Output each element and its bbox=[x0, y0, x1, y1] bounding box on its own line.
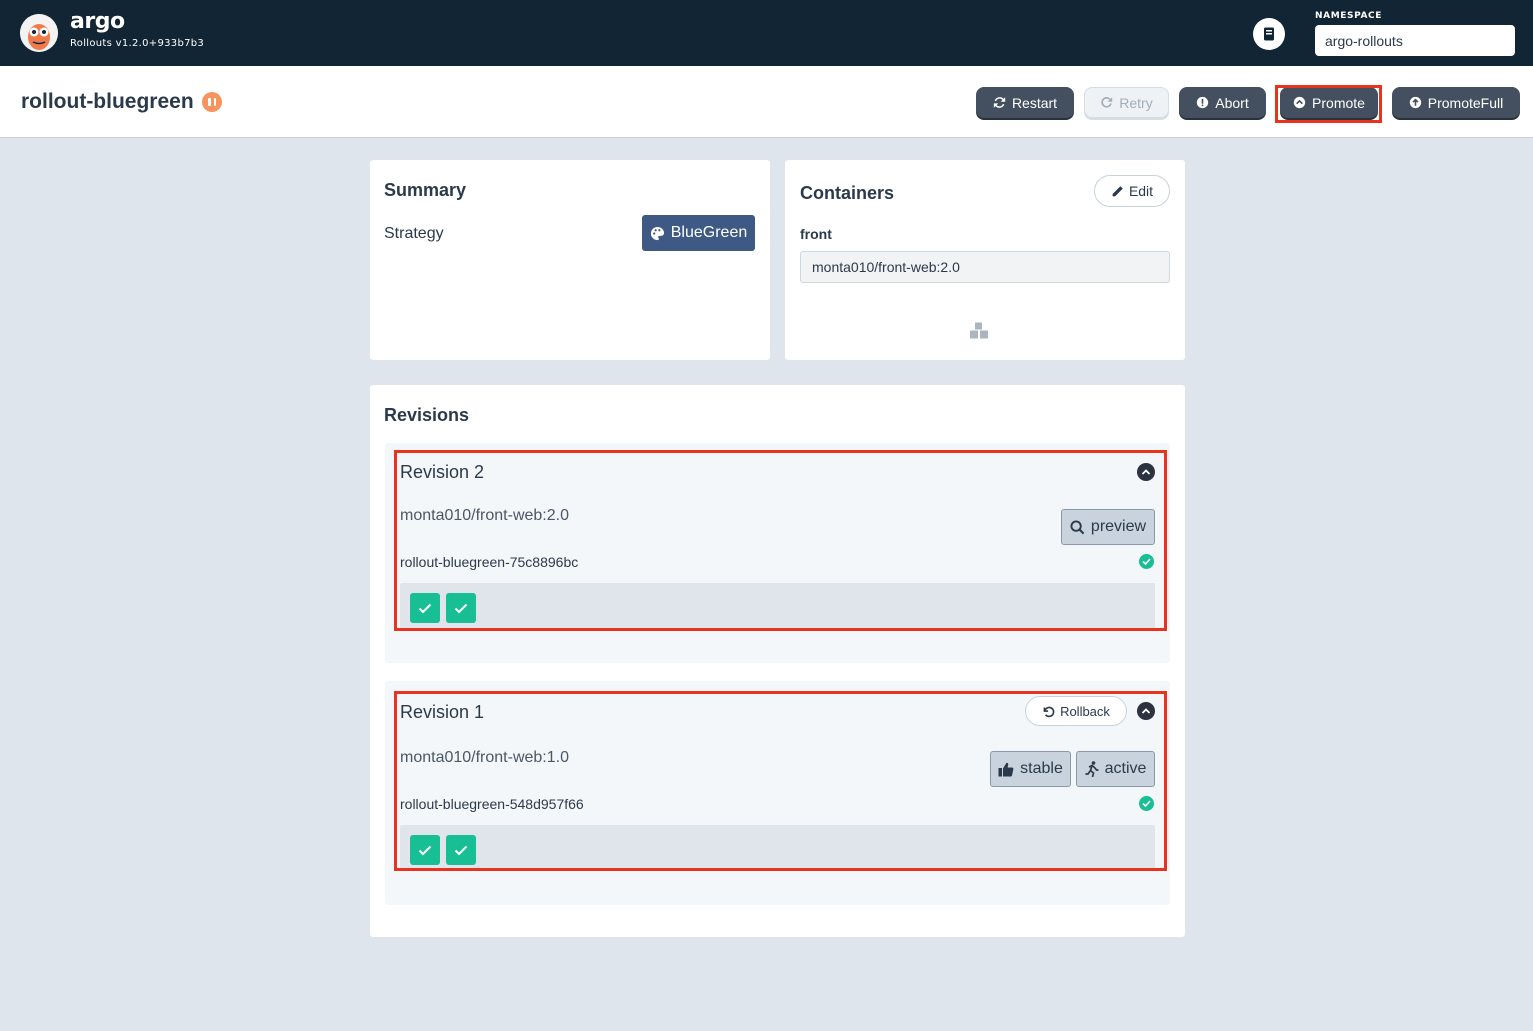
active-tag: active bbox=[1076, 751, 1155, 787]
retry-button[interactable]: Retry bbox=[1084, 87, 1169, 118]
stable-tag: stable bbox=[990, 751, 1071, 787]
revision-title: Revision 1 bbox=[400, 702, 485, 722]
retry-label: Retry bbox=[1119, 94, 1153, 111]
promote-button[interactable]: Promote bbox=[1280, 87, 1378, 118]
replicaset-name: rollout-bluegreen-548d957f66 bbox=[400, 796, 584, 812]
revision-block: Revision 2 monta010/front-web:2.0 previe… bbox=[385, 443, 1170, 663]
paused-icon bbox=[202, 92, 222, 112]
thumbs-up-icon bbox=[998, 762, 1014, 776]
preview-tag-label: preview bbox=[1090, 518, 1147, 535]
check-circle-icon bbox=[1139, 554, 1154, 569]
pods-row bbox=[400, 825, 1155, 871]
edit-label: Edit bbox=[1128, 183, 1154, 199]
pod-status-icon[interactable] bbox=[410, 835, 440, 865]
namespace-input[interactable] bbox=[1315, 25, 1515, 56]
active-tag-label: active bbox=[1104, 760, 1147, 777]
argo-logo-icon[interactable] bbox=[20, 14, 58, 52]
rollout-title: rollout-bluegreen bbox=[21, 90, 194, 113]
boxes-icon bbox=[969, 322, 989, 344]
chevron-up-icon[interactable] bbox=[1137, 702, 1155, 720]
pod-status-icon[interactable] bbox=[446, 835, 476, 865]
strategy-label: Strategy bbox=[384, 225, 444, 242]
restart-button[interactable]: Restart bbox=[976, 87, 1074, 118]
promote-full-button[interactable]: PromoteFull bbox=[1392, 87, 1520, 118]
revisions-card: Revisions Revision 2 monta010/front-web:… bbox=[370, 385, 1185, 937]
pod-status-icon[interactable] bbox=[410, 593, 440, 623]
preview-tag: preview bbox=[1061, 509, 1155, 545]
pods-row bbox=[400, 583, 1155, 629]
revision-image: monta010/front-web:1.0 bbox=[400, 749, 569, 766]
refresh-icon bbox=[993, 97, 1006, 108]
abort-label: Abort bbox=[1215, 94, 1249, 111]
search-icon bbox=[1070, 519, 1085, 534]
summary-title: Summary bbox=[384, 180, 467, 200]
revisions-title: Revisions bbox=[384, 405, 470, 425]
rollback-label: Rollback bbox=[1060, 703, 1110, 719]
container-name: front bbox=[800, 226, 832, 242]
summary-card: Summary Strategy BlueGreen bbox=[370, 160, 770, 360]
palette-icon bbox=[650, 226, 664, 240]
chevron-up-icon[interactable] bbox=[1137, 463, 1155, 481]
edit-button[interactable]: Edit bbox=[1094, 175, 1170, 207]
chevron-up-circle-icon bbox=[1293, 96, 1306, 109]
redo-icon bbox=[1101, 97, 1113, 108]
containers-title: Containers bbox=[800, 183, 895, 203]
book-icon bbox=[1264, 27, 1274, 41]
arrow-up-circle-icon bbox=[1409, 96, 1421, 109]
strategy-badge: BlueGreen bbox=[642, 215, 755, 251]
docs-button[interactable] bbox=[1253, 18, 1285, 50]
pod-status-icon[interactable] bbox=[446, 593, 476, 623]
revision-title: Revision 2 bbox=[400, 462, 485, 482]
promote-full-label: PromoteFull bbox=[1427, 94, 1504, 111]
replicaset-name: rollout-bluegreen-75c8896bc bbox=[400, 554, 579, 570]
pencil-icon bbox=[1112, 185, 1123, 196]
restart-label: Restart bbox=[1011, 94, 1058, 111]
container-image-field: monta010/front-web:2.0 bbox=[800, 251, 1170, 283]
brand-name: argo bbox=[70, 9, 125, 34]
check-circle-icon bbox=[1139, 796, 1154, 811]
abort-button[interactable]: Abort bbox=[1179, 87, 1266, 118]
version-label: Rollouts v1.2.0+933b7b3 bbox=[70, 38, 205, 49]
containers-card: Containers Edit front monta010/front-web… bbox=[785, 160, 1185, 360]
namespace-label: NAMESPACE bbox=[1315, 11, 1382, 21]
stable-tag-label: stable bbox=[1020, 760, 1063, 777]
exclamation-circle-icon bbox=[1197, 96, 1209, 109]
strategy-value: BlueGreen bbox=[670, 224, 748, 241]
undo-icon bbox=[1043, 706, 1055, 717]
top-nav: argo Rollouts v1.2.0+933b7b3 NAMESPACE bbox=[0, 0, 1533, 66]
running-icon bbox=[1085, 761, 1099, 777]
rollback-button[interactable]: Rollback bbox=[1025, 696, 1127, 726]
revision-block: Revision 1 Rollback monta010/front-web:1… bbox=[385, 681, 1170, 905]
revision-image: monta010/front-web:2.0 bbox=[400, 507, 569, 524]
promote-label: Promote bbox=[1312, 94, 1365, 111]
